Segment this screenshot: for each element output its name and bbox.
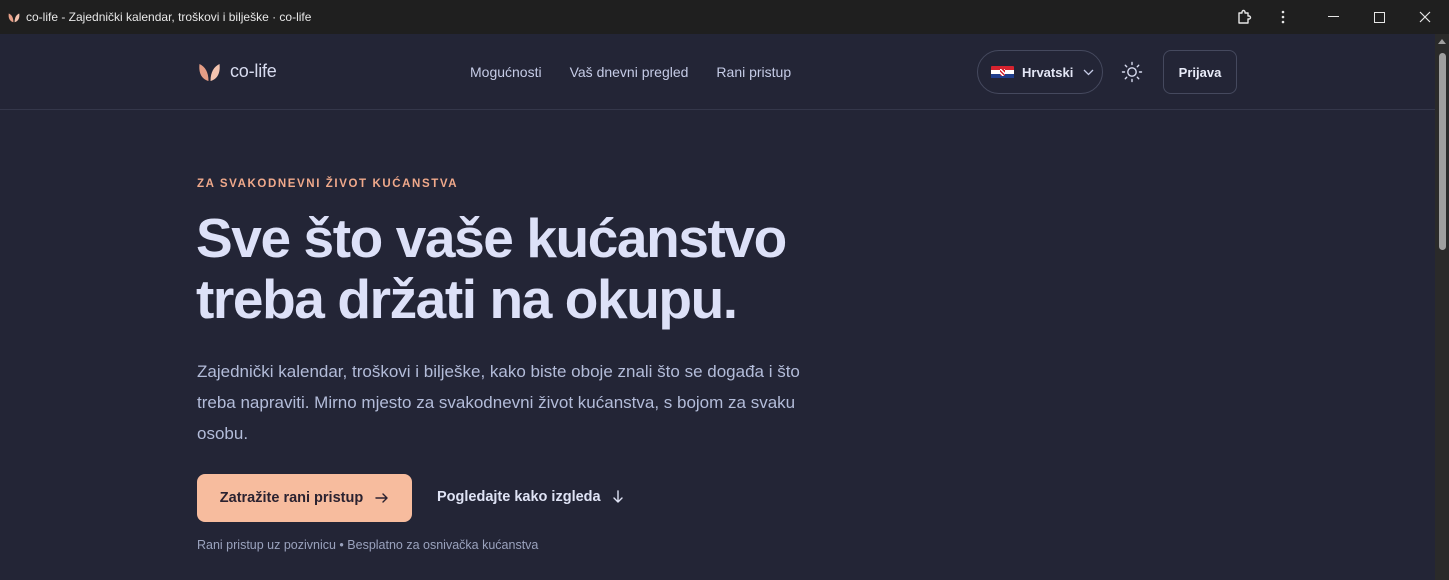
request-early-access-button[interactable]: Zatražite rani pristup: [197, 474, 412, 522]
logo-text: co-life: [230, 60, 277, 81]
hero-title-line-2: treba držati na okupu.: [196, 268, 738, 330]
hero-title-line-1: Sve što vaše kućanstvo: [196, 207, 787, 269]
chevron-down-icon: [1083, 69, 1094, 75]
minimize-icon: [1327, 16, 1339, 17]
close-button[interactable]: [1402, 0, 1448, 34]
logo[interactable]: co-life: [197, 60, 277, 82]
arrow-right-icon: [375, 493, 388, 503]
nav-link-features[interactable]: Mogućnosti: [470, 64, 542, 80]
close-icon: [1419, 11, 1431, 23]
scrollbar-thumb[interactable]: [1439, 53, 1446, 250]
page-viewport: co-life Mogućnosti Vaš dnevni pregled Ra…: [0, 34, 1435, 580]
vertical-scrollbar[interactable]: [1435, 34, 1449, 580]
sun-icon[interactable]: [1120, 60, 1144, 84]
window-title-bar: co-life - Zajednički kalendar, troškovi …: [0, 0, 1449, 34]
puzzle-icon: [1237, 9, 1251, 24]
hero-eyebrow: ZA SVAKODNEVNI ŽIVOT KUĆANSTVA: [197, 178, 459, 190]
nav-link-daily-overview[interactable]: Vaš dnevni pregled: [570, 64, 689, 80]
scroll-up-arrow-icon[interactable]: [1438, 39, 1446, 44]
nav-links: Mogućnosti Vaš dnevni pregled Rani prist…: [470, 64, 791, 80]
hero-title: Sve što vaše kućanstvo treba držati na o…: [196, 208, 896, 330]
vertical-dots-icon: [1281, 10, 1285, 24]
arrow-down-icon: [612, 490, 623, 503]
maximize-button[interactable]: [1356, 0, 1402, 34]
croatia-flag-icon: [991, 65, 1014, 79]
language-label: Hrvatski: [1022, 64, 1074, 80]
co-life-leaf-icon: [8, 13, 20, 23]
secondary-label: Pogledajte kako izgleda: [437, 489, 601, 505]
login-button[interactable]: Prijava: [1163, 50, 1237, 94]
language-selector[interactable]: Hrvatski: [977, 50, 1103, 94]
browser-menu-button[interactable]: [1260, 0, 1306, 34]
top-navigation: co-life Mogućnosti Vaš dnevni pregled Ra…: [0, 34, 1435, 110]
nav-link-early-access[interactable]: Rani pristup: [716, 64, 791, 80]
co-life-leaf-icon: [199, 64, 220, 81]
cta-label: Zatražite rani pristup: [219, 490, 364, 506]
minimize-button[interactable]: [1310, 0, 1356, 34]
hero-footnote: Rani pristup uz pozivnicu • Besplatno za…: [197, 538, 539, 552]
see-how-it-looks-link[interactable]: Pogledajte kako izgleda: [437, 489, 623, 505]
window-title: co-life - Zajednički kalendar, troškovi …: [26, 10, 312, 24]
maximize-icon: [1373, 11, 1385, 23]
hero-subtitle: Zajednički kalendar, troškovi i bilješke…: [197, 362, 800, 443]
